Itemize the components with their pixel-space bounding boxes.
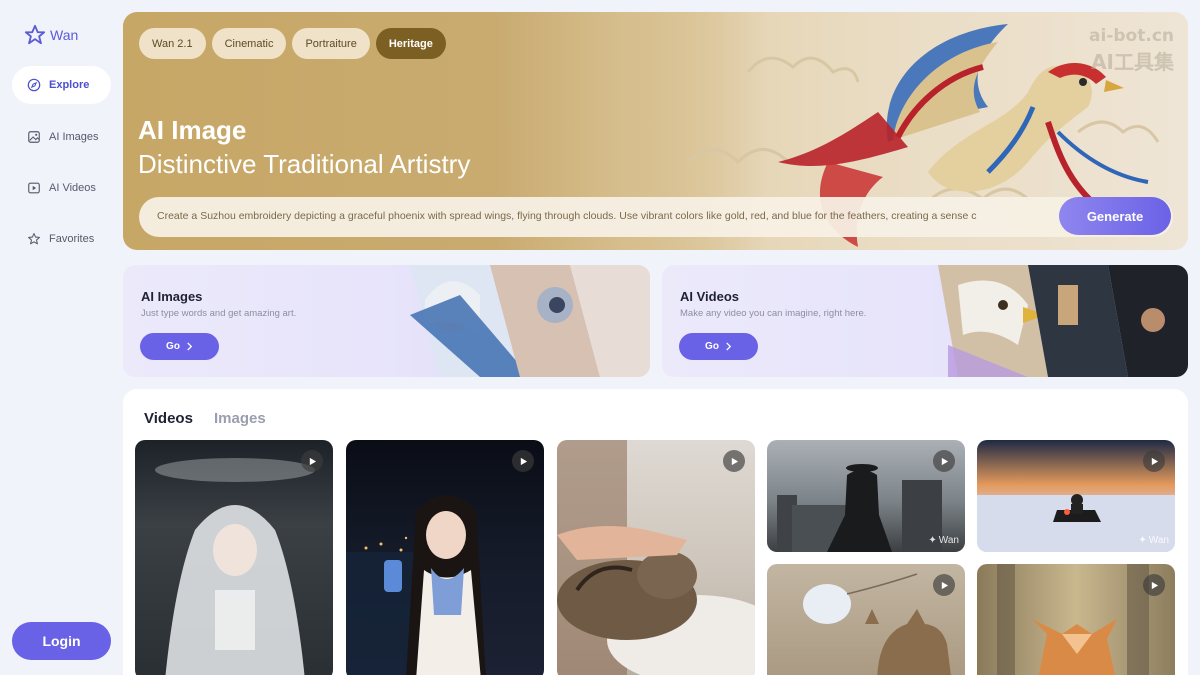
- card-title: AI Videos: [680, 289, 740, 304]
- video-tile[interactable]: ✦ Wan: [767, 440, 965, 552]
- pill-cinematic[interactable]: Cinematic: [211, 28, 287, 59]
- sidebar-item-label: Explore: [49, 79, 90, 91]
- hero-banner: ai-bot.cn AI工具集 Wan 2.1 Cinematic Portra…: [123, 12, 1188, 250]
- video-thumbnail: [346, 495, 486, 675]
- pill-wan-2-1[interactable]: Wan 2.1: [139, 28, 206, 59]
- wan-watermark-icon: ✦: [928, 535, 937, 546]
- video-icon: [28, 182, 40, 194]
- video-tile[interactable]: ✦ Wan: [977, 440, 1175, 552]
- ai-videos-card[interactable]: AI Videos Make any video you can imagine…: [662, 265, 1188, 377]
- play-icon: [1151, 457, 1158, 465]
- chevron-right-icon: [726, 342, 732, 351]
- style-pill-row: Wan 2.1 Cinematic Portraiture Heritage: [139, 28, 446, 59]
- ai-images-go-button[interactable]: Go: [140, 333, 219, 360]
- chevron-right-icon: [187, 342, 193, 351]
- card-subtitle: Just type words and get amazing art.: [141, 308, 297, 319]
- play-button[interactable]: [1143, 450, 1165, 472]
- play-button[interactable]: [512, 450, 534, 472]
- play-icon: [731, 457, 738, 465]
- ai-videos-go-button[interactable]: Go: [679, 333, 758, 360]
- video-tile[interactable]: [135, 440, 333, 675]
- logo[interactable]: Wan: [24, 24, 78, 46]
- go-label: Go: [166, 341, 180, 352]
- card-subtitle: Make any video you can imagine, right he…: [680, 308, 867, 319]
- video-tile[interactable]: [767, 564, 965, 675]
- play-button[interactable]: [723, 450, 745, 472]
- login-button[interactable]: Login: [12, 622, 111, 660]
- tab-images[interactable]: Images: [214, 410, 266, 427]
- hero-title: AI Image: [138, 115, 247, 145]
- sidebar-item-label: Favorites: [49, 233, 95, 245]
- star-icon: [28, 233, 40, 245]
- gallery-panel: Videos Images ✦ Wan ✦ Wan: [123, 389, 1188, 675]
- play-icon: [941, 581, 948, 589]
- wan-watermark-text: Wan: [938, 535, 959, 546]
- generate-button[interactable]: Generate: [1059, 197, 1171, 235]
- video-thumbnail: [557, 440, 755, 675]
- sidebar-item-label: AI Images: [49, 131, 99, 143]
- sidebar-item-label: AI Videos: [49, 182, 96, 194]
- watermark-line2: AI工具集: [1091, 50, 1174, 74]
- prompt-bar[interactable]: Create a Suzhou embroidery depicting a g…: [139, 197, 1173, 237]
- sidebar-item-ai-images[interactable]: AI Images: [12, 118, 111, 156]
- play-icon: [1151, 581, 1158, 589]
- wan-watermark-icon: ✦: [1138, 535, 1147, 546]
- sidebar-item-explore[interactable]: Explore: [12, 66, 111, 104]
- ai-images-card[interactable]: AI Images Just type words and get amazin…: [123, 265, 650, 377]
- play-icon: [309, 457, 316, 465]
- play-button[interactable]: [301, 450, 323, 472]
- sidebar-item-favorites[interactable]: Favorites: [12, 220, 111, 258]
- pill-heritage[interactable]: Heritage: [375, 28, 446, 59]
- sidebar: Wan Explore AI Images AI Videos Favorite…: [0, 0, 122, 675]
- video-thumbnail: [155, 458, 315, 675]
- play-icon: [941, 457, 948, 465]
- image-icon: [28, 131, 40, 143]
- play-icon: [520, 457, 527, 465]
- pill-portraiture[interactable]: Portraiture: [292, 28, 370, 59]
- video-tile[interactable]: [557, 440, 755, 675]
- play-button[interactable]: [1143, 574, 1165, 596]
- wan-watermark: ✦ Wan: [928, 535, 959, 546]
- play-button[interactable]: [933, 574, 955, 596]
- hero-subtitle: Distinctive Traditional Artistry: [138, 149, 471, 179]
- wan-watermark-text: Wan: [1148, 535, 1169, 546]
- ai-images-preview-art: [410, 265, 650, 377]
- card-title: AI Images: [141, 289, 203, 304]
- compass-icon: [27, 78, 41, 92]
- video-tile[interactable]: [346, 440, 544, 675]
- video-tile[interactable]: [977, 564, 1175, 675]
- wan-logo-icon: [24, 24, 46, 45]
- prompt-input[interactable]: Create a Suzhou embroidery depicting a g…: [157, 210, 1049, 222]
- watermark-line1: ai-bot.cn: [1089, 26, 1174, 46]
- sidebar-item-ai-videos[interactable]: AI Videos: [12, 169, 111, 207]
- ai-videos-preview-art: [938, 265, 1188, 377]
- go-label: Go: [705, 341, 719, 352]
- site-watermark: ai-bot.cn AI工具集: [1089, 26, 1174, 75]
- logo-text: Wan: [50, 27, 79, 43]
- tab-videos[interactable]: Videos: [144, 410, 193, 427]
- wan-watermark: ✦ Wan: [1138, 535, 1169, 546]
- play-button[interactable]: [933, 450, 955, 472]
